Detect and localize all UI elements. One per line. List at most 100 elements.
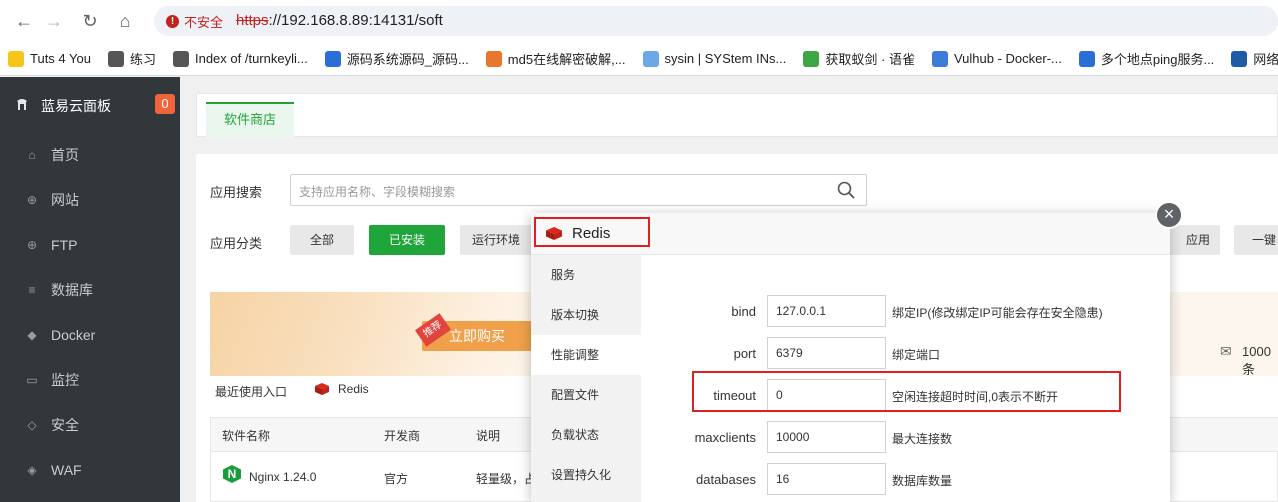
recent-redis-link[interactable]: Redis — [314, 382, 369, 396]
modal-nav-item[interactable]: 版本切换 — [531, 295, 641, 335]
search-input[interactable]: 支持应用名称、字段模糊搜索 — [290, 174, 867, 206]
row-vendor: 官方 — [384, 472, 409, 486]
category-oneclick[interactable]: 一键 — [1234, 225, 1278, 255]
modal-title: Redis — [572, 225, 611, 242]
bookmark-favicon-icon — [803, 50, 820, 67]
category-runtime[interactable]: 运行环境 — [460, 225, 532, 255]
category-all[interactable]: 全部 — [290, 225, 354, 255]
bind-input[interactable]: 127.0.0.1 — [767, 295, 886, 327]
sidebar-item-3[interactable]: ≡ 数据库 — [0, 267, 180, 312]
bookmark-label: 源码系统源码_源码... — [346, 52, 469, 67]
bookmark-label: Vulhub - Docker-... — [953, 51, 1062, 66]
waf-icon: ◈ — [27, 462, 37, 477]
bookmark-label: 练习 — [129, 52, 156, 67]
notification-badge[interactable]: 0 — [155, 94, 175, 114]
field-label: maxclients — [694, 430, 756, 445]
logo-icon — [14, 96, 30, 112]
globe-icon: ⊕ — [26, 192, 38, 207]
sidebar-item-label: 网站 — [51, 191, 79, 208]
bookmark-item[interactable]: 多个地点ping服务... — [1071, 49, 1214, 68]
modal-nav: 服务 版本切换 性能调整 配置文件 负载状态 设置持久化 — [531, 255, 641, 502]
bookmark-label: 多个地点ping服务... — [1100, 52, 1215, 67]
nginx-icon: N — [223, 465, 241, 483]
bookmark-item[interactable]: 练习 — [100, 49, 156, 68]
url-host-path: ://192.168.8.89:14131/soft — [268, 12, 443, 29]
address-bar[interactable]: ! 不安全 https://192.168.8.89:14131/soft — [154, 6, 1278, 36]
bookmark-item[interactable]: md5在线解密破解,... — [478, 49, 626, 68]
sidebar-item-4[interactable]: ◆ Docker — [0, 312, 180, 357]
mail-icon: ✉ — [1220, 343, 1232, 359]
field-help: 数据库数量 — [892, 474, 953, 488]
bookmark-favicon-icon — [642, 50, 659, 67]
shield-icon: ◇ — [27, 417, 37, 432]
home-icon: ⌂ — [28, 147, 36, 162]
modal-nav-item[interactable]: 配置文件 — [531, 375, 641, 415]
bookmark-item[interactable]: 网络空间 — [1223, 49, 1278, 68]
modal-header: Redis — [531, 213, 1170, 255]
bookmark-favicon-icon — [485, 50, 502, 67]
bookmark-item[interactable]: sysin | SYStem INs... — [635, 50, 786, 67]
tab-software-store[interactable]: 软件商店 — [206, 102, 294, 138]
brand: 蓝易云面板 0 — [0, 77, 180, 132]
timeout-highlight — [692, 371, 1121, 412]
form-row-port: port 6379 绑定端口 — [641, 337, 1170, 371]
bookmark-favicon-icon — [107, 50, 124, 67]
ftp-icon: ⊕ — [26, 237, 38, 252]
search-label: 应用搜索 — [210, 185, 263, 200]
field-label: port — [733, 346, 756, 361]
sidebar-item-label: 安全 — [51, 416, 79, 433]
sidebar-item-7[interactable]: ◈ WAF — [0, 447, 180, 492]
bookmark-item[interactable]: Vulhub - Docker-... — [924, 50, 1062, 67]
category-installed[interactable]: 已安装 — [369, 225, 445, 255]
forward-icon[interactable]: → — [42, 9, 66, 33]
form-row-bind: bind 127.0.0.1 绑定IP(修改绑定IP可能会存在安全隐患) — [641, 295, 1170, 329]
bookmark-favicon-icon — [1078, 50, 1095, 67]
redis-icon — [546, 227, 562, 240]
modal-title-highlight: Redis — [534, 217, 650, 247]
category-label: 应用分类 — [210, 236, 263, 251]
sidebar-item-1[interactable]: ⊕ 网站 — [0, 177, 180, 222]
url-scheme: https — [236, 12, 269, 29]
sidebar-item-label: WAF — [51, 461, 82, 478]
bookmark-item[interactable]: Tuts 4 You — [0, 50, 91, 67]
port-input[interactable]: 6379 — [767, 337, 886, 369]
row-desc: 轻量级，占 — [476, 472, 537, 486]
sidebar-item-0[interactable]: ⌂ 首页 — [0, 132, 180, 177]
modal-nav-item[interactable]: 设置持久化 — [531, 455, 641, 495]
th-name: 软件名称 — [222, 429, 271, 443]
url-text[interactable]: https://192.168.8.89:14131/soft — [236, 12, 443, 29]
home-icon[interactable]: ⌂ — [113, 9, 137, 33]
security-indicator[interactable]: ! 不安全 — [160, 9, 231, 33]
close-icon[interactable]: × — [1155, 201, 1183, 229]
bookmark-item[interactable]: 源码系统源码_源码... — [317, 49, 469, 68]
modal-nav-item[interactable]: 性能调整 — [531, 335, 641, 375]
sidebar-item-2[interactable]: ⊕ FTP — [0, 222, 180, 267]
field-help: 最大连接数 — [892, 432, 953, 446]
bookmark-label: 网络空间 — [1253, 52, 1278, 67]
maxclients-input[interactable]: 10000 — [767, 421, 886, 453]
bookmark-item[interactable]: Index of /turnkeyli... — [165, 50, 308, 67]
databases-input[interactable]: 16 — [767, 463, 886, 495]
monitor-icon: ▭ — [26, 372, 38, 387]
bookmark-item[interactable]: 获取蚁剑 · 语雀 — [795, 49, 915, 68]
reload-icon[interactable]: ↻ — [78, 9, 102, 33]
modal-nav-item[interactable]: 服务 — [531, 255, 641, 295]
sidebar-item-6[interactable]: ◇ 安全 — [0, 402, 180, 447]
modal-nav-item[interactable]: 负载状态 — [531, 415, 641, 455]
bookmark-favicon-icon — [931, 50, 948, 67]
back-icon[interactable]: ← — [12, 9, 36, 33]
search-icon[interactable] — [836, 180, 856, 200]
bookmark-favicon-icon — [1231, 50, 1248, 67]
row-name: Nginx 1.24.0 — [249, 470, 317, 484]
redis-icon — [315, 383, 329, 395]
form-row-maxclients: maxclients 10000 最大连接数 — [641, 421, 1170, 455]
brand-title: 蓝易云面板 — [41, 98, 111, 114]
sidebar-item-label: Docker — [51, 326, 96, 343]
sidebar-item-5[interactable]: ▭ 监控 — [0, 357, 180, 402]
bookmark-label: Index of /turnkeyli... — [194, 51, 308, 66]
insecure-label: 不安全 — [184, 14, 224, 30]
recent-redis-label: Redis — [338, 382, 369, 396]
database-icon: ≡ — [28, 282, 36, 297]
docker-icon: ◆ — [27, 327, 37, 342]
banner-right-text: 1000条 — [1242, 344, 1271, 377]
